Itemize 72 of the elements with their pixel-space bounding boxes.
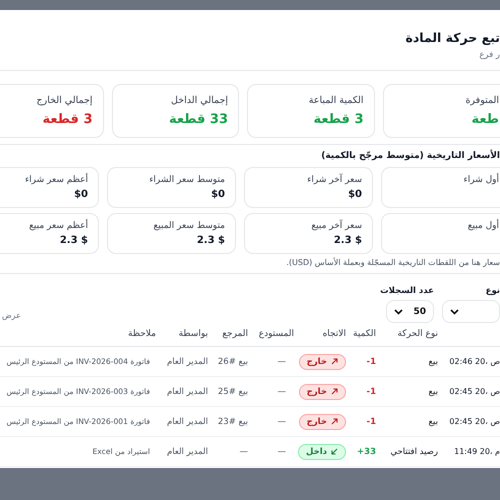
column-header: الكمية [353,329,376,339]
table-cell: بيع [428,416,438,426]
direction-badge: خارج [298,414,346,430]
card-label: سعر آخر شراء [307,175,362,185]
table-cell: المدير العام [167,386,208,396]
card-label: متوسط سعر الشراء [149,175,225,185]
table-cell: المدير العام [167,416,208,426]
card-value: طعة [472,112,499,127]
table-cell: رصيد افتتاحي [390,446,438,456]
dialog-subtitle: ر فرع [478,50,500,60]
direction-badge: خارج [298,354,346,370]
column-header: نوع الحركة [397,329,438,339]
table-cell: بيع [428,386,438,396]
arrow-icon [331,448,338,455]
section-title: الأسعار التاريخية (متوسط مرجّح بالكمية) [320,151,500,161]
card-value: $ 2.3 [334,235,362,246]
table-cell: -1 [366,356,376,366]
select-field[interactable]: 50 [386,300,434,323]
table-cell: بيع #25 [218,386,248,396]
show-label: عرض [2,311,21,320]
dialog-title: تبع حركة المادة [404,30,500,45]
arrow-icon [331,388,338,395]
column-header: ملاحظة [128,329,156,339]
card-label: أول مبيع [468,221,499,231]
table-cell: 11:49 م ،20 [454,447,500,456]
table-cell: — [240,446,248,456]
chevron-down-icon [450,308,459,314]
table-cell: بيع #26 [218,356,248,366]
table-cell: — [278,386,286,396]
chevron-down-icon [394,308,403,314]
table-cell: المدير العام [167,446,208,456]
table-cell: 02:45 ص ،20 [449,387,500,396]
card-value: 3 قطعة [314,112,364,127]
table-cell: المدير العام [167,356,208,366]
direction-badge: خارج [298,384,346,400]
card-value: $0 [348,189,362,200]
card-value: 33 قطعة [168,112,228,127]
card-label: الكمية المباعة [308,95,364,106]
filter-label: عدد السجلات [380,286,434,296]
column-header: بواسطة [178,329,208,339]
card-label: متوسط سعر المبيع [153,221,225,231]
card-label: أول شراء [464,175,499,185]
table-cell: بيع #23 [218,416,248,426]
card-label: أعظم سعر شراء [24,175,88,185]
table-cell: 02:46 ص ،20 [449,357,500,366]
table-cell: +33 [357,446,376,456]
arrow-icon [331,358,338,365]
card-label: المتوفرة [465,95,499,106]
select-field[interactable] [442,300,500,323]
card-label: إجمالي الخارج [36,95,92,106]
direction-badge: داخل [298,444,346,460]
arrow-icon [331,418,338,425]
column-header: الاتجاه [322,329,346,339]
card-label: أعظم سعر مبيع [29,221,88,231]
table-cell: — [278,446,286,456]
card-label: سعر آخر مبيع [311,221,362,231]
table-cell: بيع [428,356,438,366]
card-value: $0 [211,189,225,200]
card-label: إجمالي الداخل [171,95,228,106]
column-header: المستودع [258,329,294,339]
card-value: $ 2.3 [60,235,88,246]
card-value: $0 [74,189,88,200]
table-cell: — [278,356,286,366]
prices-note: سعار هنا من اللقطات التاريخية المسجّلة وبعملة الأساس (USD). [285,258,500,267]
table-cell: -1 [366,386,376,396]
filter-label: نوع [484,286,500,296]
card-value: $ 2.3 [196,235,225,246]
table-cell: 02:45 ص ،20 [449,417,500,426]
card-value: 3 قطعة [42,112,92,127]
column-header: المرجع [222,329,248,339]
table-cell: -1 [366,416,376,426]
table-cell: — [278,416,286,426]
